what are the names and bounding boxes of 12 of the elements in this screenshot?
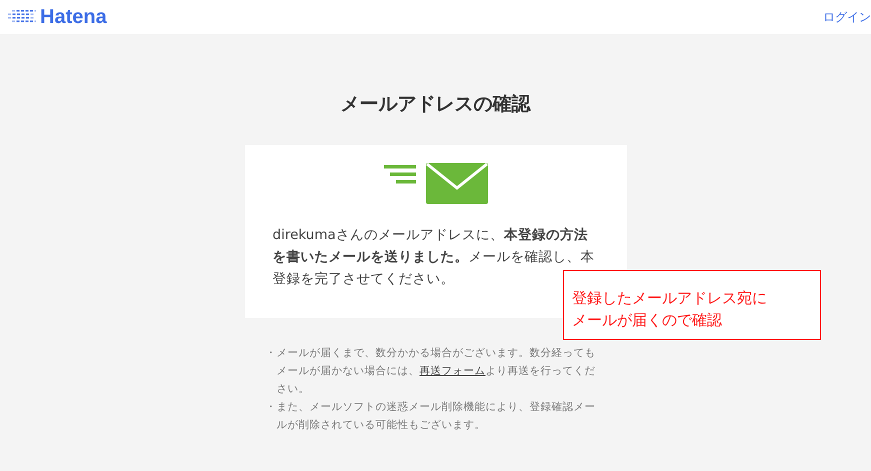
- annotation-text: 登録したメールアドレス宛にメールが届くので確認: [572, 288, 768, 331]
- resend-form-link[interactable]: 再送フォーム: [420, 364, 486, 376]
- logo-icon: [8, 10, 36, 24]
- note-text: また、メールソフトの迷惑メール削除機能により、登録確認メールが削除されている可能性もございます。: [276, 400, 596, 432]
- bullet: ・: [266, 346, 276, 360]
- login-link[interactable]: ログイン: [823, 8, 871, 26]
- page-title: メールアドレスの確認: [340, 92, 530, 117]
- mail-icon: [384, 162, 488, 204]
- logo-text[interactable]: Hatena: [40, 7, 107, 27]
- bullet: ・: [266, 400, 276, 414]
- message-text: direkumaさんのメールアドレスに、本登録の方法を書いたメールを送りました。メールを確認し、本登録を完了させてください。: [272, 226, 596, 288]
- note-text: メールが届くまで、数分かかる場合がございます。数分経ってもメールが届かない場合には、再送フォームより再送を行ってください。: [276, 346, 596, 396]
